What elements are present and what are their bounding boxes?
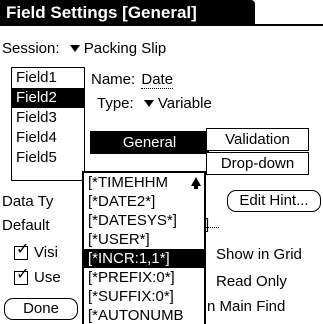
session-row: Session: Packing Slip — [2, 40, 166, 58]
popup-item[interactable]: [*DATE2*] — [84, 192, 204, 211]
title-bar: Field Settings [General] — [0, 0, 323, 26]
checkmark-icon: ✓ — [16, 266, 30, 283]
field-list[interactable]: Field1 Field2 Field3 Field4 Field5 — [11, 67, 85, 181]
name-field[interactable]: Date — [141, 71, 174, 89]
type-row: Type: Variable — [97, 95, 212, 113]
name-row: Name: Date — [91, 71, 174, 89]
page-title: Field Settings [General] — [6, 3, 197, 22]
popup-item[interactable]: [*SUFFIX:0*] — [84, 287, 204, 306]
edit-hint-button[interactable]: Edit Hint... — [227, 190, 321, 212]
type-value: Variable — [157, 95, 212, 112]
tab-validation[interactable]: Validation — [206, 128, 309, 151]
done-button[interactable]: Done — [4, 298, 78, 320]
visible-checkbox[interactable]: ✓ — [14, 242, 29, 260]
field-list-item-selected[interactable]: Field2 — [12, 88, 84, 108]
popup-item[interactable]: [*USER*] — [84, 230, 204, 249]
popup-item-text: [*TIMEHHM — [88, 174, 168, 191]
popup-item[interactable]: [*TIMEHHM — [84, 173, 204, 192]
popup-item[interactable]: [*AUTONUMB — [84, 306, 204, 324]
main-find-label[interactable]: n Main Find — [207, 298, 285, 316]
arrow-up-stem — [194, 185, 198, 189]
popup-item[interactable]: [*PREFIX:0*] — [84, 268, 204, 287]
read-only-label[interactable]: Read Only — [216, 273, 287, 291]
field-list-item[interactable]: Field4 — [12, 128, 84, 148]
checkmark-icon: ✓ — [16, 241, 30, 258]
field-list-item[interactable]: Field5 — [12, 148, 84, 168]
show-in-grid-label[interactable]: Show in Grid — [216, 246, 302, 264]
field-list-item[interactable]: Field3 — [12, 108, 84, 128]
session-label: Session: — [2, 40, 60, 57]
popup-item[interactable]: [*DATESYS*] — [84, 211, 204, 230]
use-checkbox[interactable]: ✓ — [14, 267, 29, 285]
title-underline — [0, 24, 323, 26]
triangle-down-icon — [69, 44, 80, 52]
session-selector[interactable]: Packing Slip — [69, 40, 167, 57]
tab-drop-down[interactable]: Drop-down — [206, 152, 309, 175]
popup-item-selected[interactable]: [*INCR:1,1*] — [84, 249, 204, 268]
tab-general[interactable]: General — [90, 131, 209, 154]
default-label: Default — [2, 217, 50, 234]
name-label: Name: — [91, 71, 136, 88]
type-label: Type: — [97, 95, 134, 112]
use-checkbox-label: Use — [34, 269, 61, 286]
token-popup-list[interactable]: [*TIMEHHM [*DATE2*] [*DATESYS*] [*USER*]… — [82, 171, 206, 324]
data-type-label: Data Ty — [2, 193, 54, 210]
field-list-item[interactable]: Field1 — [12, 68, 84, 88]
triangle-down-icon — [143, 99, 154, 107]
type-selector[interactable]: Variable — [143, 95, 212, 112]
session-value: Packing Slip — [83, 40, 167, 57]
visible-checkbox-label: Visi — [34, 244, 58, 261]
